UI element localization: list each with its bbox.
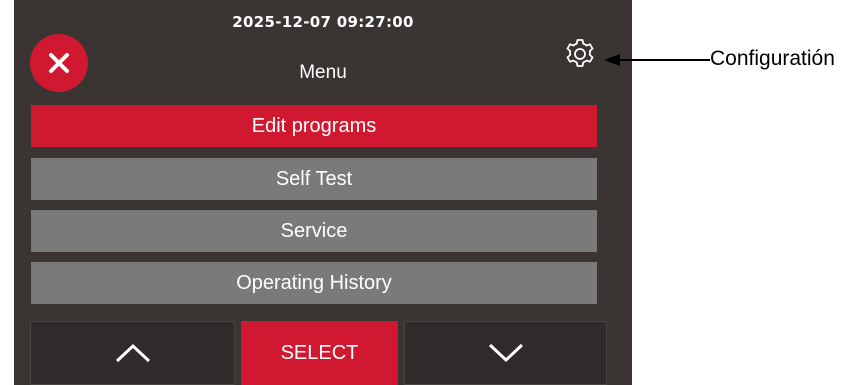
menu-item-self-test[interactable]: Self Test [31,158,597,200]
gear-icon [566,39,594,67]
menu-item-label: Operating History [236,272,392,294]
menu-item-label: Edit programs [251,115,377,137]
menu-item-label: Self Test [275,168,353,190]
select-button[interactable]: SELECT [241,321,398,385]
chevron-down-icon [488,343,523,363]
annotation-arrow-line [618,59,710,61]
menu-item-label: Service [280,220,348,242]
settings-button[interactable] [562,36,598,72]
page-title: Menu [299,62,347,83]
bottom-navigation-bar: SELECT [14,318,632,385]
device-screen: 2025-12-07 09:27:00 Menu Edit programs S… [14,0,632,385]
menu-item-edit-programs[interactable]: Edit programs [31,105,597,147]
configuration-annotation-label: Configuratión [710,47,835,70]
chevron-up-icon [115,343,150,363]
menu-item-service[interactable]: Service [31,210,597,252]
menu-item-operating-history[interactable]: Operating History [31,262,597,304]
scroll-down-button[interactable] [404,321,607,385]
scroll-up-button[interactable] [30,321,235,385]
datetime-display: 2025-12-07 09:27:00 [232,13,414,31]
